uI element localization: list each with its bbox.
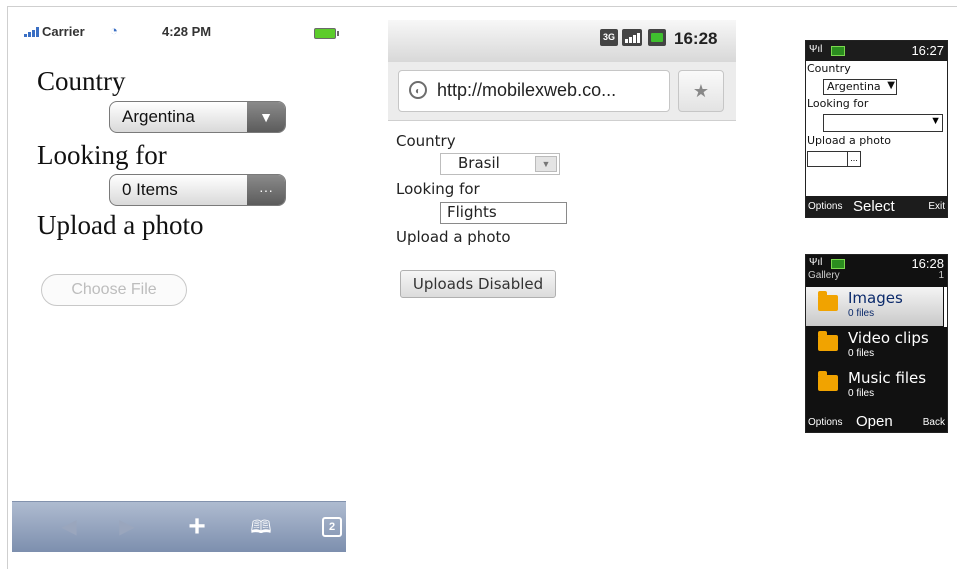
status-time: 16:28 (674, 29, 718, 48)
url-text: http://mobilexweb.co... (437, 80, 617, 100)
more-icon[interactable]: ··· (247, 175, 285, 205)
folder-icon (818, 371, 838, 391)
country-label: Country (396, 132, 456, 150)
safari-toolbar: ◀ ▶ + 🕮 2 (12, 501, 346, 552)
signal-bars-icon (24, 27, 40, 37)
iphone-screen: Carrier ◔ 4:28 PM Country Argentina ▼ Lo… (12, 10, 346, 552)
country-label: Country (807, 62, 851, 75)
folder-icon (818, 331, 838, 351)
nokia-form-screen: Ψıl 16:27 Country Argentina ▼ Looking fo… (805, 40, 948, 218)
gallery-item-music-files[interactable]: Music files 0 files (806, 367, 943, 406)
antenna-icon: Ψıl (809, 44, 823, 55)
gallery-item-files: 0 files (848, 308, 875, 319)
nokia-status-bar: Ψıl 16:27 (806, 41, 947, 61)
signal-icon (622, 29, 642, 46)
country-select[interactable]: Argentina ▼ (823, 79, 897, 95)
softkey-exit[interactable]: Exit (928, 201, 945, 212)
file-input[interactable]: ... (807, 151, 861, 167)
star-icon: ★ (692, 81, 710, 101)
country-value: Brasil (458, 154, 500, 172)
gallery-count: 1 (938, 270, 944, 281)
upload-photo-label: Upload a photo (807, 134, 892, 147)
nokia-gallery-screen: Ψıl 16:28 Gallery 1 Images 0 files Video… (805, 254, 948, 433)
upload-photo-label: Upload a photo (37, 210, 204, 240)
softkey-bar: Options Select Exit (806, 196, 947, 217)
browse-button[interactable]: ... (847, 152, 860, 166)
bookmarks-icon[interactable]: 🕮 (244, 502, 278, 552)
carrier-name: Carrier (42, 24, 85, 39)
looking-for-select[interactable]: 0 Items ··· (109, 174, 286, 206)
frame-top-border (7, 6, 957, 7)
softkey-back[interactable]: Back (923, 417, 945, 428)
gallery-item-video-clips[interactable]: Video clips 0 files (806, 327, 943, 366)
forward-arrow-icon[interactable]: ▶ (112, 502, 142, 552)
bookmark-star-button[interactable]: ★ (678, 70, 724, 112)
looking-for-label: Looking for (807, 97, 869, 110)
upload-photo-label: Upload a photo (396, 228, 511, 246)
country-value: Argentina (827, 80, 881, 93)
status-time: 16:28 (911, 256, 944, 271)
looking-for-select[interactable]: ▼ (823, 114, 943, 132)
country-label: Country (37, 66, 126, 96)
status-time: 4:28 PM (162, 24, 212, 39)
choose-file-button[interactable]: Choose File (41, 274, 187, 306)
softkey-options[interactable]: Options (808, 417, 842, 428)
softkey-options[interactable]: Options (808, 201, 842, 212)
url-field[interactable]: ◐ http://mobilexweb.co... (398, 70, 670, 112)
gallery-header: Ψıl 16:28 Gallery 1 (806, 255, 947, 285)
pages-icon[interactable]: 2 (322, 517, 342, 537)
uploads-disabled-button[interactable]: Uploads Disabled (400, 270, 556, 298)
folder-icon (818, 291, 838, 311)
looking-for-label: Looking for (37, 140, 167, 170)
android-screen: 3G 16:28 ◐ http://mobilexweb.co... ★ Cou… (388, 20, 736, 320)
country-value: Argentina (122, 107, 195, 126)
battery-icon (831, 46, 845, 56)
softkey-bar: Options Open Back (806, 411, 947, 432)
looking-for-value: Flights (447, 203, 497, 221)
antenna-icon: Ψıl (809, 257, 823, 268)
country-select[interactable]: Argentina ▼ (109, 101, 286, 133)
back-arrow-icon[interactable]: ◀ (54, 502, 84, 552)
gallery-item-name: Images (848, 289, 903, 307)
scrollbar[interactable] (944, 287, 947, 327)
battery-charging-icon (648, 29, 666, 46)
gallery-item-name: Video clips (848, 329, 929, 347)
chevron-down-icon: ▼ (887, 80, 895, 91)
softkey-open[interactable]: Open (856, 413, 893, 430)
chevron-down-icon[interactable]: ▼ (535, 156, 557, 172)
gallery-item-files: 0 files (848, 388, 875, 399)
battery-icon (314, 28, 339, 39)
status-time: 16:27 (911, 43, 944, 58)
chevron-down-icon: ▼ (930, 115, 941, 127)
country-select[interactable]: Brasil ▼ (440, 153, 560, 175)
wifi-icon: ◔ (110, 23, 118, 38)
gallery-title: Gallery (808, 270, 840, 281)
looking-for-label: Looking for (396, 180, 480, 198)
android-status-bar: 3G 16:28 (388, 20, 736, 62)
chevron-down-icon[interactable]: ▼ (247, 102, 285, 132)
add-icon[interactable]: + (180, 502, 214, 552)
softkey-select[interactable]: Select (853, 198, 895, 215)
gallery-item-images[interactable]: Images 0 files (806, 287, 943, 326)
browser-url-bar: ◐ http://mobilexweb.co... ★ (388, 62, 736, 121)
frame-left-border (7, 6, 8, 569)
gallery-item-name: Music files (848, 369, 927, 387)
network-3g-icon: 3G (600, 29, 618, 46)
iphone-status-bar: Carrier ◔ 4:28 PM (12, 10, 346, 50)
looking-for-value: 0 Items (122, 180, 178, 199)
gallery-item-files: 0 files (848, 348, 875, 359)
looking-for-input[interactable]: Flights (440, 202, 567, 224)
globe-icon: ◐ (409, 81, 427, 99)
battery-icon (831, 259, 845, 269)
